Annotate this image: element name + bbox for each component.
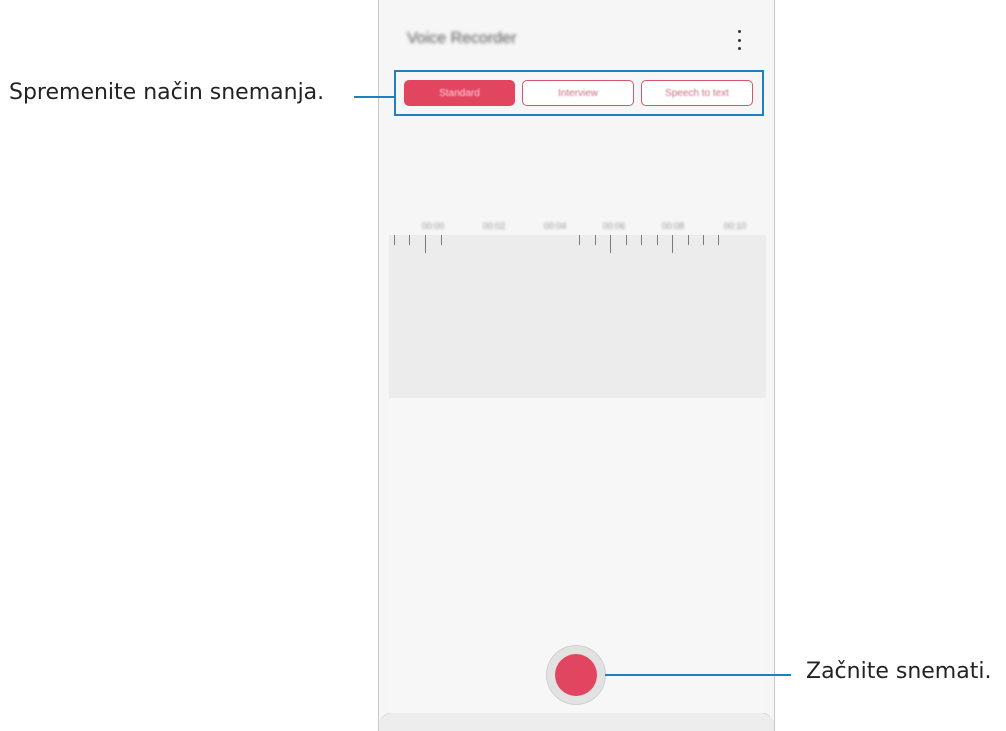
timeline-tick xyxy=(688,235,689,245)
timeline-tick xyxy=(409,235,410,245)
mode-callout-text: Spremenite način snemanja. xyxy=(9,80,325,105)
timeline-label: 00:04 xyxy=(543,221,567,231)
record-icon xyxy=(555,654,597,696)
timeline-tick xyxy=(641,235,642,245)
more-options-icon[interactable] xyxy=(735,30,743,50)
timeline-tick xyxy=(595,235,596,245)
timeline-tick xyxy=(610,235,611,253)
waveform-area xyxy=(389,235,766,398)
timeline-tick xyxy=(425,235,426,253)
mode-standard-label: Standard xyxy=(439,87,480,99)
record-button[interactable] xyxy=(547,646,605,704)
mode-callout-line xyxy=(354,96,394,98)
timeline-tick xyxy=(441,235,442,245)
record-callout-text: Začnite snemati. xyxy=(806,659,992,684)
mode-interview-button[interactable]: Interview xyxy=(522,80,634,106)
timeline-tick xyxy=(626,235,627,245)
timeline-tick xyxy=(672,235,673,253)
mode-speech-to-text-button[interactable]: Speech to text xyxy=(641,80,753,106)
app-title: Voice Recorder xyxy=(407,30,517,47)
mode-speech-to-text-label: Speech to text xyxy=(665,87,729,99)
timeline-label: 00:02 xyxy=(482,221,506,231)
mode-interview-label: Interview xyxy=(557,87,598,99)
phone-bottom-edge xyxy=(379,712,774,731)
record-callout-line xyxy=(605,674,791,676)
timeline-tick xyxy=(703,235,704,245)
timeline-label: 00:08 xyxy=(661,221,685,231)
timeline-tick xyxy=(657,235,658,245)
mode-standard-button[interactable]: Standard xyxy=(404,80,515,106)
timeline-tick xyxy=(579,235,580,245)
timeline-tick xyxy=(394,235,395,245)
timeline-label: 00:00 xyxy=(421,221,445,231)
timeline-label: 00:10 xyxy=(723,221,747,231)
timeline-label: 00:06 xyxy=(602,221,626,231)
timeline-tick xyxy=(718,235,719,245)
